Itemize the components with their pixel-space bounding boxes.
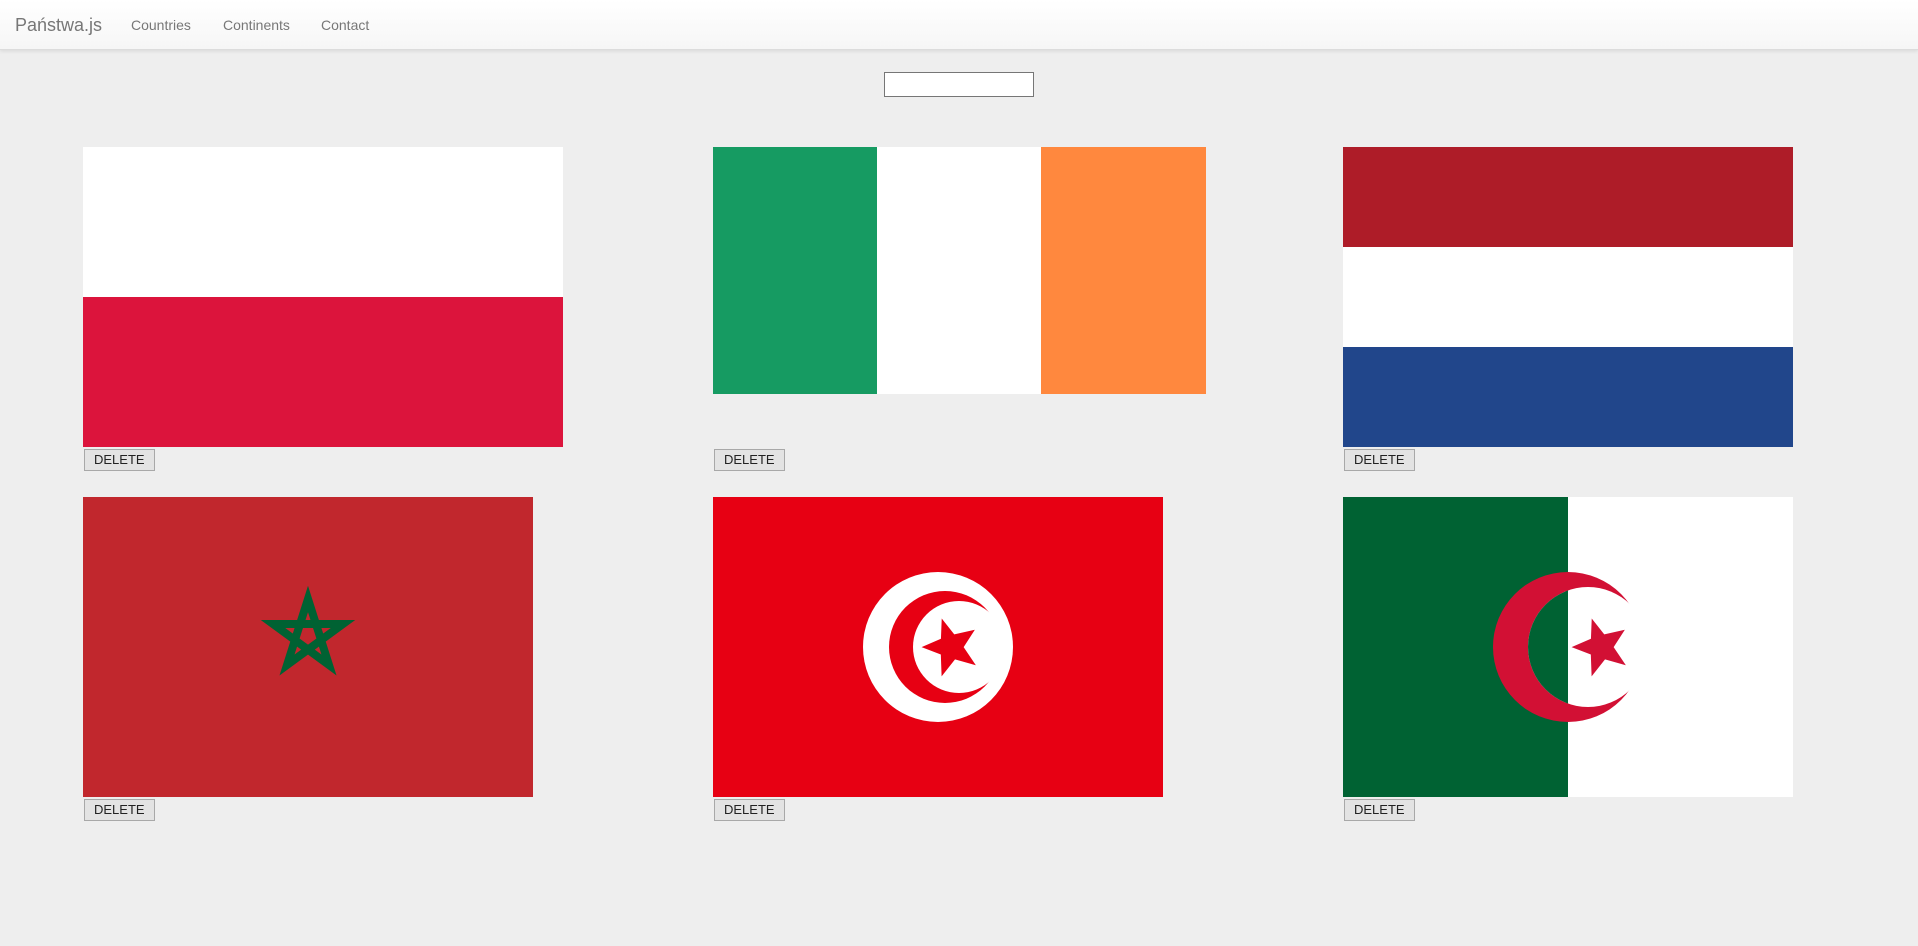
delete-button[interactable]: DELETE [1344, 799, 1415, 821]
morocco-flag [83, 497, 533, 797]
brand-link[interactable]: Państwa.js [15, 14, 102, 36]
poland-flag [83, 147, 563, 447]
nav-link-countries[interactable]: Countries [131, 16, 191, 34]
delete-button[interactable]: DELETE [1344, 449, 1415, 471]
ireland-flag [713, 147, 1206, 394]
nav-link-contact[interactable]: Contact [321, 16, 369, 34]
tunisia-flag [713, 497, 1163, 797]
navbar: Państwa.js Countries Continents Contact [0, 0, 1918, 50]
netherlands-flag [1343, 147, 1793, 447]
delete-button[interactable]: DELETE [714, 799, 785, 821]
delete-button[interactable]: DELETE [84, 799, 155, 821]
delete-button[interactable]: DELETE [84, 449, 155, 471]
algeria-flag [1343, 497, 1793, 797]
search-input[interactable] [884, 72, 1034, 97]
delete-button[interactable]: DELETE [714, 449, 785, 471]
nav-link-continents[interactable]: Continents [223, 16, 290, 34]
